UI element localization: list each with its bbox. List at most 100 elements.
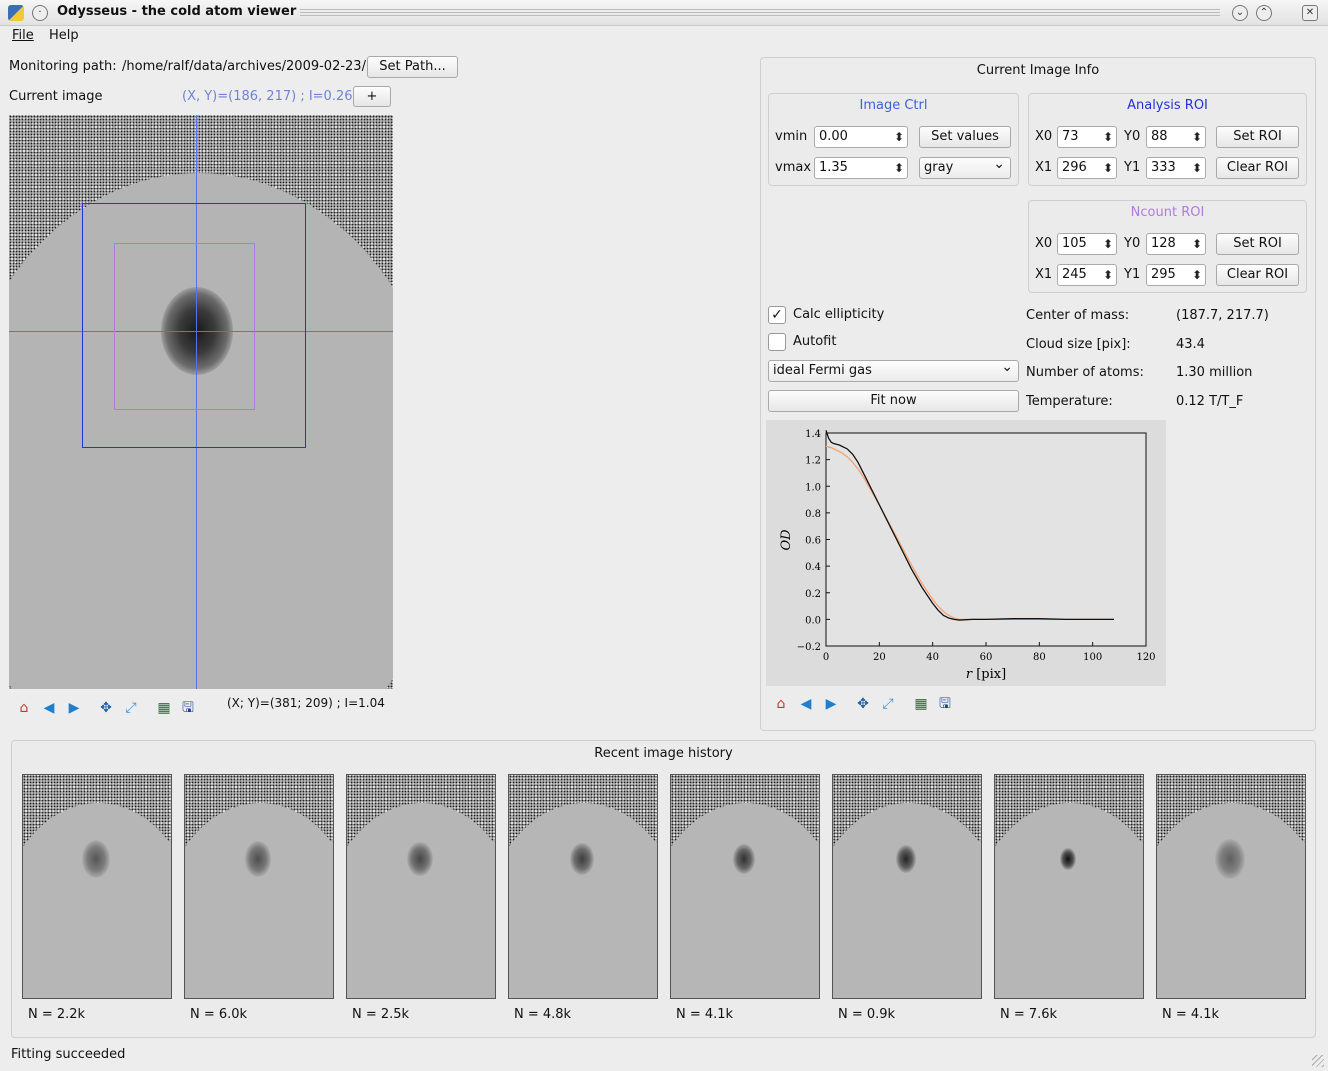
x-tick-label: 0 (823, 652, 829, 663)
colormap-select[interactable]: gray (919, 154, 1011, 179)
x-tick-label: 80 (1033, 652, 1046, 663)
chart-back-icon[interactable]: ◀ (797, 695, 815, 713)
ncount-set-roi-button[interactable]: Set ROI (1216, 233, 1299, 255)
autofit-label: Autofit (793, 334, 837, 349)
x-axis-label: r [pix] (966, 667, 1006, 682)
set-values-button[interactable]: Set values (919, 126, 1011, 148)
chart-home-icon[interactable]: ⌂ (772, 695, 790, 713)
image-ctrl-title: Image Ctrl (859, 98, 928, 113)
temperature-label: Temperature: (1026, 394, 1113, 409)
fit-now-button[interactable]: Fit now (768, 390, 1019, 412)
vmax-spinbox[interactable]: 1.35 (814, 157, 908, 179)
ncount-y0-spinbox[interactable]: 128 (1146, 233, 1206, 255)
autofit-checkbox[interactable] (768, 333, 786, 351)
history-item[interactable]: N = 0.9k (832, 774, 982, 1022)
forward-icon[interactable]: ▶ (65, 699, 83, 717)
menu-file[interactable]: File (12, 28, 34, 43)
history-atom-count: N = 6.0k (190, 1007, 248, 1022)
chart-pan-icon[interactable]: ✥ (854, 695, 872, 713)
history-title: Recent image history (594, 746, 733, 761)
vmin-spinbox[interactable]: 0.00 (814, 126, 908, 148)
info-title: Current Image Info (976, 63, 1100, 78)
history-item[interactable]: N = 7.6k (994, 774, 1144, 1022)
analysis-y1-label: Y1 (1124, 160, 1141, 175)
y-tick-label: 0.8 (805, 509, 821, 520)
maximize-icon[interactable]: ⌃ (1256, 5, 1272, 21)
y-tick-label: 1.4 (805, 429, 821, 440)
close-icon[interactable]: ✕ (1302, 5, 1318, 21)
analysis-x1-spinbox[interactable]: 296 (1057, 157, 1117, 179)
calc-ellipticity-checkbox[interactable]: ✓ (768, 306, 786, 324)
ncount-x1-spinbox[interactable]: 245 (1057, 264, 1117, 286)
history-item[interactable]: N = 6.0k (184, 774, 334, 1022)
home-icon[interactable]: ⌂ (15, 699, 33, 717)
minimize-icon[interactable]: ⌄ (1232, 5, 1248, 21)
save-icon[interactable]: 🖫 (179, 699, 197, 717)
history-thumbnail[interactable] (1156, 774, 1306, 999)
center-of-mass-label: Center of mass: (1026, 308, 1130, 323)
history-atom-count: N = 2.2k (28, 1007, 86, 1022)
analysis-y1-spinbox[interactable]: 333 (1146, 157, 1206, 179)
history-thumbnail[interactable] (184, 774, 334, 999)
x-tick-label: 20 (873, 652, 886, 663)
add-button[interactable]: + (353, 86, 391, 107)
history-thumbnail[interactable] (670, 774, 820, 999)
history-thumbnail[interactable] (994, 774, 1144, 999)
thumbnail-cloud (244, 840, 272, 878)
history-atom-count: N = 4.1k (676, 1007, 734, 1022)
history-thumbnail[interactable] (508, 774, 658, 999)
menu-bar: File Help (0, 26, 1328, 48)
ncount-x0-spinbox[interactable]: 105 (1057, 233, 1117, 255)
back-icon[interactable]: ◀ (40, 699, 58, 717)
pan-icon[interactable]: ✥ (97, 699, 115, 717)
thumbnail-disc (995, 803, 1143, 998)
vmin-label: vmin (775, 129, 808, 144)
history-item[interactable]: N = 4.1k (670, 774, 820, 1022)
thumbnail-disc (509, 803, 657, 998)
number-of-atoms-label: Number of atoms: (1026, 365, 1144, 380)
ncount-y1-spinbox[interactable]: 295 (1146, 264, 1206, 286)
center-of-mass-value: (187.7, 217.7) (1176, 308, 1269, 323)
resize-grip-icon[interactable] (1312, 1055, 1324, 1067)
y-tick-label: 1.2 (805, 456, 821, 467)
thumbnail-disc (833, 803, 981, 998)
analysis-set-roi-button[interactable]: Set ROI (1216, 126, 1299, 148)
history-thumbnail[interactable] (832, 774, 982, 999)
zoom-icon[interactable]: ⤢ (122, 699, 140, 717)
thumbnail-cloud (82, 840, 110, 878)
fit-model-select[interactable]: ideal Fermi gas (768, 357, 1019, 382)
ncount-clear-roi-button[interactable]: Clear ROI (1216, 264, 1299, 286)
radial-profile-chart[interactable]: 0 20 40 60 80 100 120 1.4 1.2 1.0 0.8 0.6 0.4 0.2 0.0 −… (766, 420, 1166, 686)
chart-zoom-icon[interactable]: ⤢ (879, 695, 897, 713)
history-item[interactable]: N = 4.8k (508, 774, 658, 1022)
analysis-clear-roi-button[interactable]: Clear ROI (1216, 157, 1299, 179)
history-item[interactable]: N = 2.5k (346, 774, 496, 1022)
cloud-size-label: Cloud size [pix]: (1026, 337, 1131, 352)
image-coordinate-readout: (X; Y)=(381; 209) ; I=1.04 (227, 696, 385, 710)
chart-configure-icon[interactable]: ▦ (912, 695, 930, 713)
ncount-roi-rect[interactable] (114, 243, 255, 410)
configure-subplots-icon[interactable]: ▦ (155, 699, 173, 717)
thumbnail-cloud (1215, 839, 1245, 879)
set-path-button[interactable]: Set Path... (367, 56, 458, 78)
chart-forward-icon[interactable]: ▶ (822, 695, 840, 713)
thumbnail-cloud (895, 845, 917, 873)
thumbnail-disc (23, 803, 171, 998)
x-tick-label: 40 (926, 652, 939, 663)
y-tick-label: 0.2 (805, 589, 821, 600)
analysis-x0-spinbox[interactable]: 73 (1057, 126, 1117, 148)
menu-icon[interactable]: · (32, 5, 48, 21)
thumbnail-cloud (407, 841, 433, 877)
history-item[interactable]: N = 2.2k (22, 774, 172, 1022)
menu-help[interactable]: Help (49, 28, 79, 43)
analysis-x0-label: X0 (1035, 129, 1053, 144)
y-axis-label: OD (779, 529, 794, 551)
title-bar: · Odysseus - the cold atom viewer ⌄ ⌃ ✕ (0, 0, 1328, 26)
history-thumbnail[interactable] (346, 774, 496, 999)
chart-save-icon[interactable]: 🖫 (936, 695, 954, 713)
history-item[interactable]: N = 4.1k (1156, 774, 1306, 1022)
analysis-y0-spinbox[interactable]: 88 (1146, 126, 1206, 148)
history-thumbnail[interactable] (22, 774, 172, 999)
current-image-canvas[interactable] (9, 115, 393, 689)
x-tick-label: 60 (980, 652, 993, 663)
